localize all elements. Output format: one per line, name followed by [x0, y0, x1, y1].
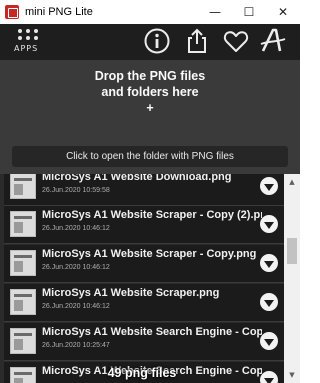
file-date: 26.Jun.2020 10:59:58 [42, 187, 110, 194]
file-menu-button[interactable] [260, 177, 278, 195]
drop-plus-icon: + [146, 101, 154, 115]
app-window: mini PNG Lite — ☐ ✕ APPS Drop the PNG fi… [0, 0, 300, 383]
scroll-thumb[interactable] [287, 238, 297, 264]
list-item[interactable]: MicroSys A1 Website Search Engine - Copy… [4, 323, 284, 361]
scroll-up-arrow-icon[interactable]: ▲ [284, 174, 300, 190]
apps-icon [18, 29, 40, 43]
file-count-status: 49 png files [107, 366, 177, 380]
file-list[interactable]: MicroSys A1 Website Download.png 26.Jun.… [0, 174, 284, 383]
list-scrollbar[interactable]: ▲ ▼ [284, 174, 300, 383]
app-logo-icon [5, 5, 19, 19]
title-bar[interactable]: mini PNG Lite — ☐ ✕ [0, 0, 300, 24]
maximize-button[interactable]: ☐ [232, 0, 266, 24]
file-thumbnail [10, 211, 36, 237]
share-icon[interactable] [183, 27, 211, 55]
list-item[interactable]: MicroSys A1 Website Scraper - Copy (2).p… [4, 206, 284, 244]
file-date: 26.Jun.2020 10:46:12 [42, 264, 110, 271]
apps-button[interactable]: APPS [13, 27, 43, 57]
list-item[interactable]: MicroSys A1 Website Scraper.png 26.Jun.2… [4, 284, 284, 322]
toolbar: APPS [0, 24, 300, 60]
file-name: MicroSys A1 Website Scraper.png [42, 287, 220, 299]
file-name: MicroSys A1 Website Scraper - Copy (2).p… [42, 209, 262, 221]
window-title: mini PNG Lite [25, 6, 93, 18]
file-date: 26.Jun.2020 10:46:12 [42, 225, 110, 232]
info-icon[interactable] [143, 27, 171, 55]
file-thumbnail [10, 328, 36, 354]
file-name: MicroSys A1 Website Download.png [42, 174, 232, 183]
file-menu-button[interactable] [260, 293, 278, 311]
file-name: MicroSys A1 Website Scraper - Copy.png [42, 248, 257, 260]
file-date: 26.Jun.2020 10:25:47 [42, 342, 110, 349]
file-menu-button[interactable] [260, 215, 278, 233]
scroll-down-arrow-icon[interactable]: ▼ [284, 367, 300, 383]
font-icon[interactable] [259, 27, 287, 55]
drop-instructions: Drop the PNG files and folders here + [0, 68, 300, 116]
drop-zone[interactable]: Drop the PNG files and folders here + Cl… [0, 60, 300, 174]
drop-line-1: Drop the PNG files [94, 69, 206, 83]
heart-icon[interactable] [222, 27, 250, 55]
file-menu-button[interactable] [260, 254, 278, 272]
minimize-button[interactable]: — [198, 0, 232, 24]
apps-label: APPS [14, 44, 39, 53]
list-item[interactable]: MicroSys A1 Website Scraper - Copy.png 2… [4, 245, 284, 283]
close-button[interactable]: ✕ [266, 0, 300, 24]
open-folder-button[interactable]: Click to open the folder with PNG files [12, 146, 288, 167]
window-controls: — ☐ ✕ [198, 0, 300, 24]
file-date: 26.Jun.2020 10:46:12 [42, 303, 110, 310]
list-item[interactable]: MicroSys A1 Website Download.png 26.Jun.… [4, 174, 284, 206]
file-thumbnail [10, 250, 36, 276]
file-name: MicroSys A1 Website Search Engine - Copy… [42, 326, 262, 338]
file-thumbnail [10, 289, 36, 315]
drop-line-2: and folders here [101, 85, 199, 99]
file-menu-button[interactable] [260, 332, 278, 350]
file-thumbnail [10, 174, 36, 199]
